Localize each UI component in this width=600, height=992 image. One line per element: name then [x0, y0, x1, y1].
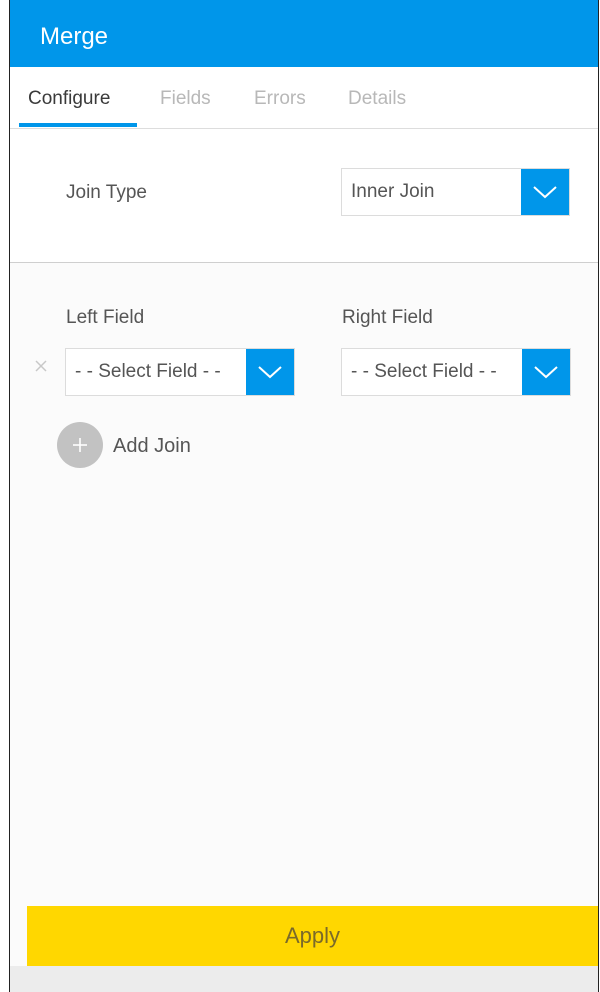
join-type-label: Join Type [66, 182, 147, 203]
left-field-value: - - Select Field - - [75, 361, 221, 382]
panel-header: Merge [10, 0, 598, 67]
chevron-down-icon [533, 186, 557, 199]
chevron-down-icon [534, 366, 558, 379]
join-type-dropdown-button[interactable] [521, 169, 569, 215]
remove-join-button[interactable] [32, 357, 50, 375]
active-tab-indicator [19, 123, 137, 127]
tab-configure[interactable]: Configure [28, 87, 110, 111]
tab-bar: Configure Fields Errors Details [10, 67, 598, 129]
tab-errors[interactable]: Errors [254, 87, 306, 111]
add-join-label: Add Join [113, 435, 191, 457]
right-field-dropdown-button[interactable] [522, 349, 570, 395]
tab-details[interactable]: Details [348, 87, 406, 111]
join-fields-section: Left Field Right Field - - Select Field … [10, 264, 598, 884]
close-icon [35, 360, 47, 372]
right-field-select[interactable]: - - Select Field - - [341, 348, 571, 396]
merge-panel: Merge Configure Fields Errors Details Jo… [9, 0, 599, 992]
plus-icon [57, 422, 103, 468]
left-field-select[interactable]: - - Select Field - - [65, 348, 295, 396]
join-type-value: Inner Join [351, 181, 435, 202]
chevron-down-icon [258, 366, 282, 379]
panel-title: Merge [40, 23, 109, 50]
left-field-label: Left Field [66, 307, 145, 328]
right-field-label: Right Field [342, 307, 433, 328]
join-type-select[interactable]: Inner Join [341, 168, 570, 216]
left-field-dropdown-button[interactable] [246, 349, 294, 395]
apply-button[interactable]: Apply [27, 906, 598, 966]
right-field-value: - - Select Field - - [351, 361, 497, 382]
join-type-section: Join Type Inner Join [10, 129, 598, 263]
tab-fields[interactable]: Fields [160, 87, 211, 111]
footer-strip [10, 966, 598, 992]
